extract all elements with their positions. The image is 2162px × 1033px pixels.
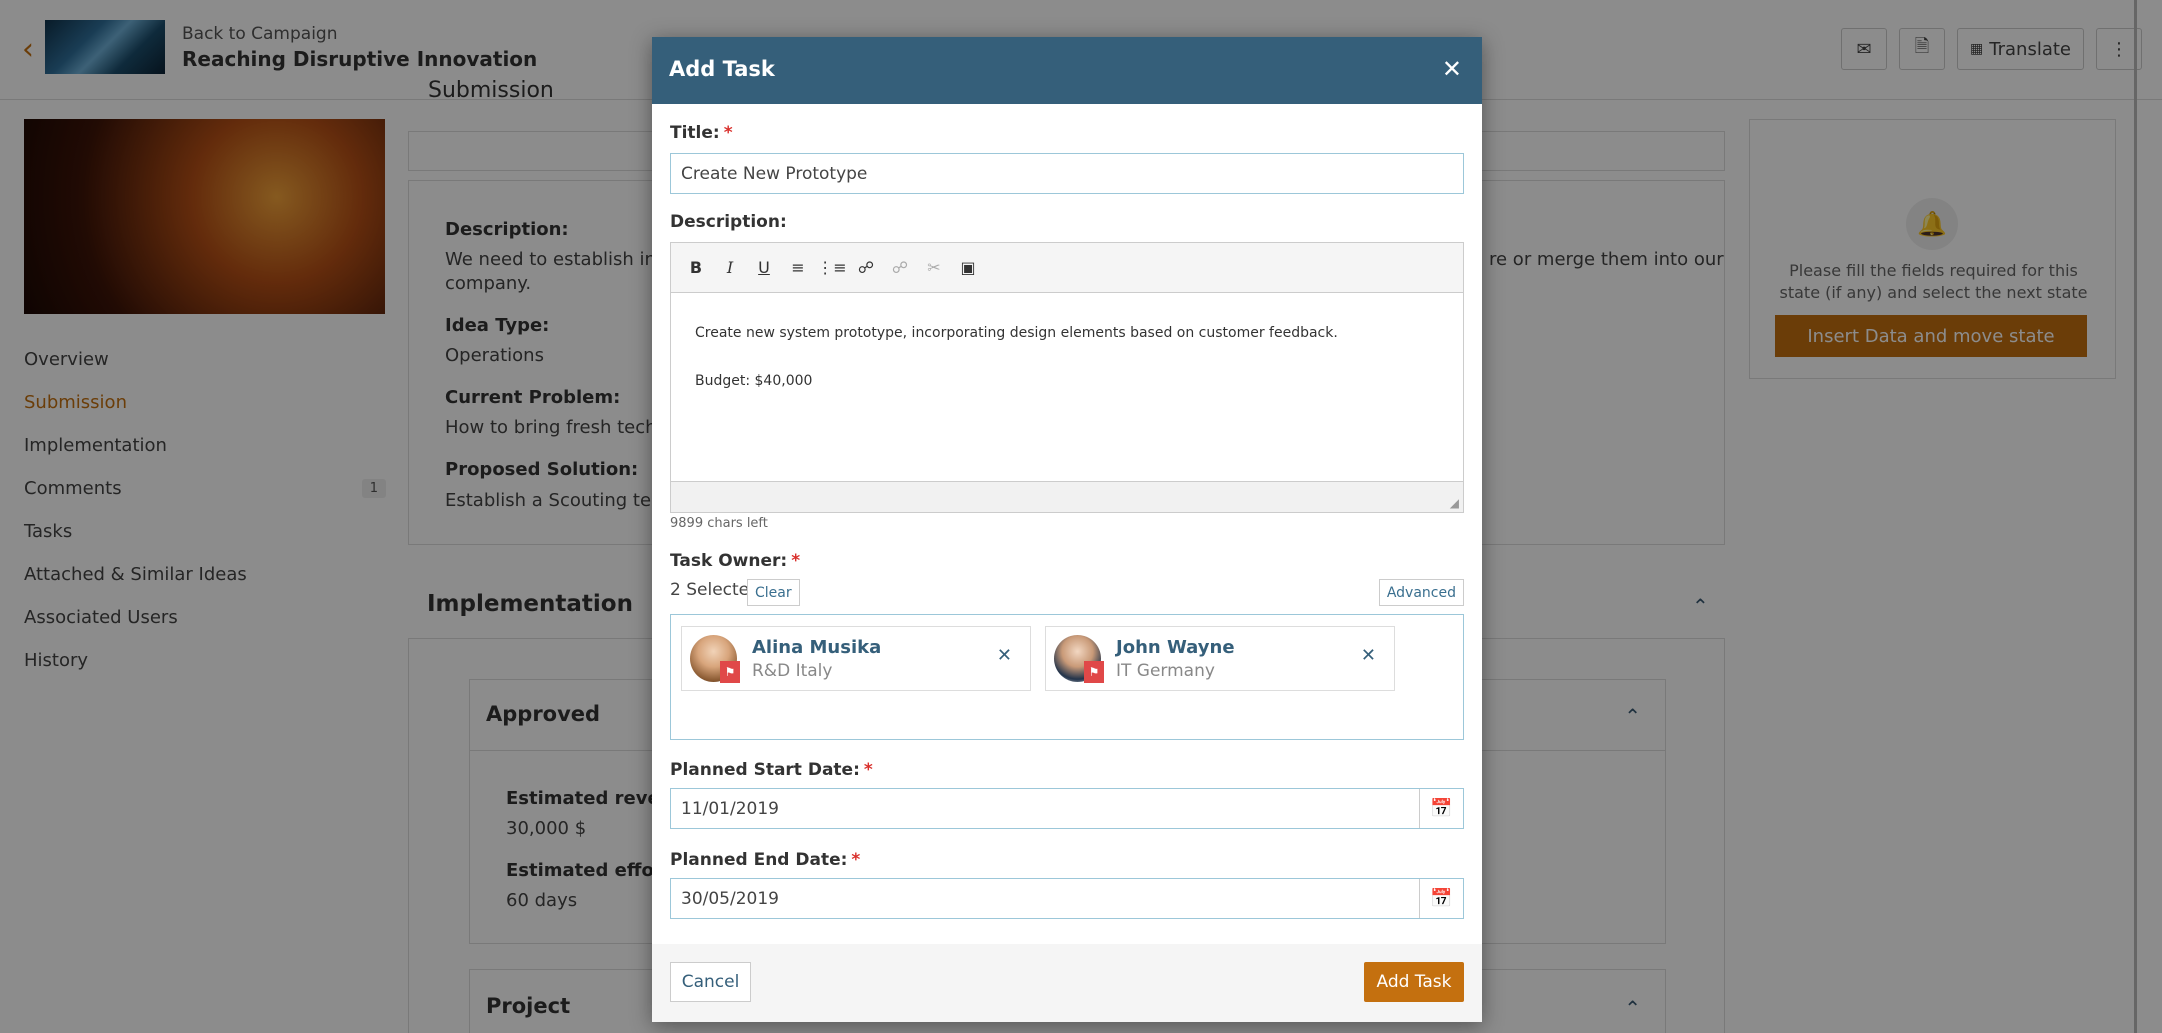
italic-icon[interactable]: I — [719, 257, 741, 279]
task-owner-field-label: Task Owner: * — [670, 551, 800, 571]
start-date-field[interactable]: 11/01/2019 📅 — [670, 788, 1464, 829]
owner-department: IT Germany — [1116, 661, 1215, 681]
end-date-field[interactable]: 30/05/2019 📅 — [670, 878, 1464, 919]
owner-department: R&D Italy — [752, 661, 833, 681]
start-date-value: 11/01/2019 — [681, 799, 779, 819]
end-date-label-text: Planned End Date: — [670, 850, 848, 870]
title-field-label: Title: * — [670, 123, 733, 143]
editor-toolbar: B I U ≡ ⋮≡ ☍ ☍ ✂ ▣ — [671, 243, 1463, 293]
user-badge-icon: ⚑ — [720, 661, 740, 683]
add-task-modal: Add Task ✕ Title:* Description: B I U ≡ … — [652, 37, 1482, 1022]
unlink-icon[interactable]: ☍ — [889, 257, 911, 279]
task-owner-selector[interactable]: ⚑ Alina Musika R&D Italy ✕ ⚑ John Wayne … — [670, 614, 1464, 740]
close-icon[interactable]: ✕ — [1442, 55, 1462, 83]
calendar-icon[interactable]: 📅 — [1419, 879, 1463, 918]
task-owner-label-text: Task Owner: — [670, 551, 788, 571]
user-badge-icon: ⚑ — [1084, 661, 1104, 683]
modal-title: Add Task — [669, 57, 775, 81]
calendar-icon[interactable]: 📅 — [1419, 789, 1463, 828]
owner-chip: ⚑ Alina Musika R&D Italy ✕ — [681, 626, 1031, 691]
cancel-button[interactable]: Cancel — [670, 962, 751, 1002]
image-icon[interactable]: ▣ — [957, 257, 979, 279]
title-input[interactable] — [670, 153, 1464, 194]
editor-content[interactable]: Create new system prototype, incorporati… — [671, 293, 1463, 481]
underline-icon[interactable]: U — [753, 257, 775, 279]
end-date-value: 30/05/2019 — [681, 889, 779, 909]
numbered-list-icon[interactable]: ≡ — [787, 257, 809, 279]
end-date-field-label: Planned End Date: * — [670, 850, 860, 870]
editor-line: Create new system prototype, incorporati… — [695, 325, 1338, 341]
cut-icon[interactable]: ✂ — [923, 257, 945, 279]
editor-statusbar: ◢ — [671, 481, 1463, 512]
required-marker: * — [723, 123, 733, 143]
link-icon[interactable]: ☍ — [855, 257, 877, 279]
bold-icon[interactable]: B — [685, 257, 707, 279]
bullet-list-icon[interactable]: ⋮≡ — [817, 257, 846, 279]
owner-name[interactable]: John Wayne — [1116, 637, 1235, 658]
start-date-field-label: Planned Start Date: * — [670, 760, 873, 780]
advanced-search-button[interactable]: Advanced — [1378, 579, 1464, 606]
description-field-label: Description: — [670, 212, 787, 232]
remove-owner-icon[interactable]: ✕ — [1361, 645, 1376, 666]
owner-name[interactable]: Alina Musika — [752, 637, 881, 658]
required-marker: * — [791, 551, 801, 571]
resize-handle-icon[interactable]: ◢ — [1450, 496, 1459, 510]
clear-owners-button[interactable]: Clear — [747, 579, 800, 606]
add-task-button[interactable]: Add Task — [1364, 962, 1464, 1002]
description-editor: B I U ≡ ⋮≡ ☍ ☍ ✂ ▣ Create new system pro… — [670, 242, 1464, 513]
owner-chip: ⚑ John Wayne IT Germany ✕ — [1045, 626, 1395, 691]
editor-line: Budget: $40,000 — [695, 373, 813, 389]
title-label-text: Title: — [670, 123, 720, 143]
required-marker: * — [851, 850, 861, 870]
modal-footer: Cancel Add Task — [652, 944, 1482, 1022]
start-date-label-text: Planned Start Date: — [670, 760, 860, 780]
modal-header: Add Task ✕ — [652, 37, 1482, 104]
chars-left-counter: 9899 chars left — [670, 516, 768, 531]
required-marker: * — [863, 760, 873, 780]
remove-owner-icon[interactable]: ✕ — [997, 645, 1012, 666]
